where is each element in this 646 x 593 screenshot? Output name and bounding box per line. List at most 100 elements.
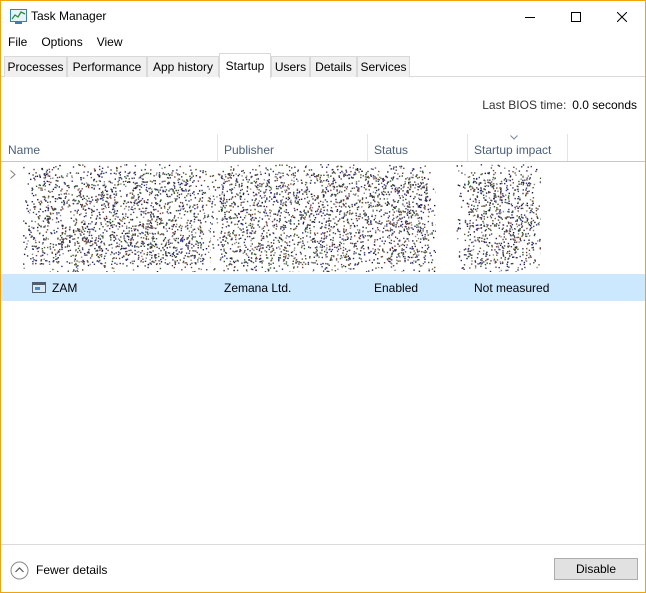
noise-dot xyxy=(431,224,434,226)
chevron-right-icon[interactable] xyxy=(10,170,16,179)
noise-dot xyxy=(354,235,356,237)
tab-bar: Processes Performance App history Startu… xyxy=(1,52,645,78)
noise-dot xyxy=(379,198,381,200)
noise-dot xyxy=(144,173,146,175)
noise-dot xyxy=(80,203,82,206)
noise-dot xyxy=(323,235,326,237)
noise-dot xyxy=(101,263,103,265)
noise-dot xyxy=(23,166,25,169)
title-bar[interactable]: Task Manager xyxy=(1,1,645,32)
noise-dot xyxy=(216,218,218,220)
noise-dot xyxy=(359,168,361,170)
noise-dot xyxy=(338,176,341,178)
noise-dot xyxy=(332,239,334,242)
noise-dot xyxy=(308,190,310,193)
noise-dot xyxy=(355,183,358,185)
noise-dot xyxy=(326,174,328,177)
noise-dot xyxy=(386,229,389,231)
noise-dot xyxy=(346,186,348,188)
column-startup-impact[interactable]: Startup impact xyxy=(468,134,568,161)
noise-dot xyxy=(306,241,309,243)
noise-dot xyxy=(251,213,254,216)
noise-dot xyxy=(306,173,309,175)
noise-dot xyxy=(475,182,478,184)
noise-dot xyxy=(237,260,239,262)
noise-dot xyxy=(414,243,416,245)
noise-dot xyxy=(230,169,232,171)
noise-dot xyxy=(102,199,104,201)
noise-dot xyxy=(178,226,181,228)
noise-dot xyxy=(103,172,105,175)
menu-file[interactable]: File xyxy=(1,32,34,52)
menu-view[interactable]: View xyxy=(90,32,130,52)
noise-dot xyxy=(117,251,120,253)
minimize-button[interactable] xyxy=(507,1,553,32)
noise-dot xyxy=(29,233,31,236)
noise-dot xyxy=(469,222,471,225)
noise-dot xyxy=(154,194,157,196)
noise-dot xyxy=(491,244,493,247)
noise-dot xyxy=(180,208,182,210)
noise-dot xyxy=(525,193,527,196)
noise-dot xyxy=(320,263,322,266)
noise-dot xyxy=(123,230,125,232)
noise-dot xyxy=(517,210,519,212)
noise-dot xyxy=(529,225,532,227)
noise-dot xyxy=(249,224,252,227)
noise-dot xyxy=(476,187,478,189)
tab-startup[interactable]: Startup xyxy=(219,53,271,78)
noise-dot xyxy=(214,189,217,191)
noise-dot xyxy=(193,218,196,221)
noise-dot xyxy=(284,241,286,243)
noise-dot xyxy=(246,186,249,188)
noise-dot xyxy=(300,261,302,264)
tab-processes[interactable]: Processes xyxy=(4,56,67,77)
noise-dot xyxy=(167,208,169,211)
column-name[interactable]: Name xyxy=(2,134,218,161)
tab-app-history[interactable]: App history xyxy=(147,56,219,77)
noise-dot xyxy=(164,166,166,169)
noise-dot xyxy=(396,189,398,192)
noise-dot xyxy=(390,255,393,257)
noise-dot xyxy=(387,236,389,238)
noise-dot xyxy=(376,262,379,264)
noise-dot xyxy=(168,227,171,229)
noise-dot xyxy=(260,251,263,253)
noise-dot xyxy=(402,186,404,189)
window-title: Task Manager xyxy=(31,9,107,23)
noise-dot xyxy=(321,256,323,259)
noise-dot xyxy=(283,259,285,261)
noise-dot xyxy=(181,251,183,253)
noise-dot xyxy=(89,228,91,231)
noise-dot xyxy=(151,240,154,242)
column-publisher[interactable]: Publisher xyxy=(218,134,368,161)
noise-dot xyxy=(230,217,232,219)
noise-dot xyxy=(229,235,231,237)
noise-dot xyxy=(77,251,79,253)
noise-dot xyxy=(226,180,228,183)
noise-dot xyxy=(76,212,78,214)
noise-dot xyxy=(186,180,189,182)
menu-options[interactable]: Options xyxy=(34,32,89,52)
close-button[interactable] xyxy=(599,1,645,32)
tab-details[interactable]: Details xyxy=(310,56,357,77)
noise-dot xyxy=(342,234,344,237)
noise-dot xyxy=(25,236,27,239)
noise-dot xyxy=(422,182,424,184)
noise-dot xyxy=(106,230,108,232)
noise-dot xyxy=(258,189,260,191)
noise-dot xyxy=(488,204,491,206)
tab-performance[interactable]: Performance xyxy=(67,56,147,77)
noise-dot xyxy=(261,197,263,199)
tab-services[interactable]: Services xyxy=(357,56,410,77)
maximize-button[interactable] xyxy=(553,1,599,32)
noise-dot xyxy=(390,239,393,242)
noise-dot xyxy=(150,169,152,171)
tab-users[interactable]: Users xyxy=(271,56,310,77)
noise-dot xyxy=(265,235,268,237)
noise-dot xyxy=(192,229,194,231)
noise-dot xyxy=(241,175,243,177)
noise-dot xyxy=(221,175,223,177)
column-status[interactable]: Status xyxy=(368,134,468,161)
noise-dot xyxy=(226,257,228,260)
